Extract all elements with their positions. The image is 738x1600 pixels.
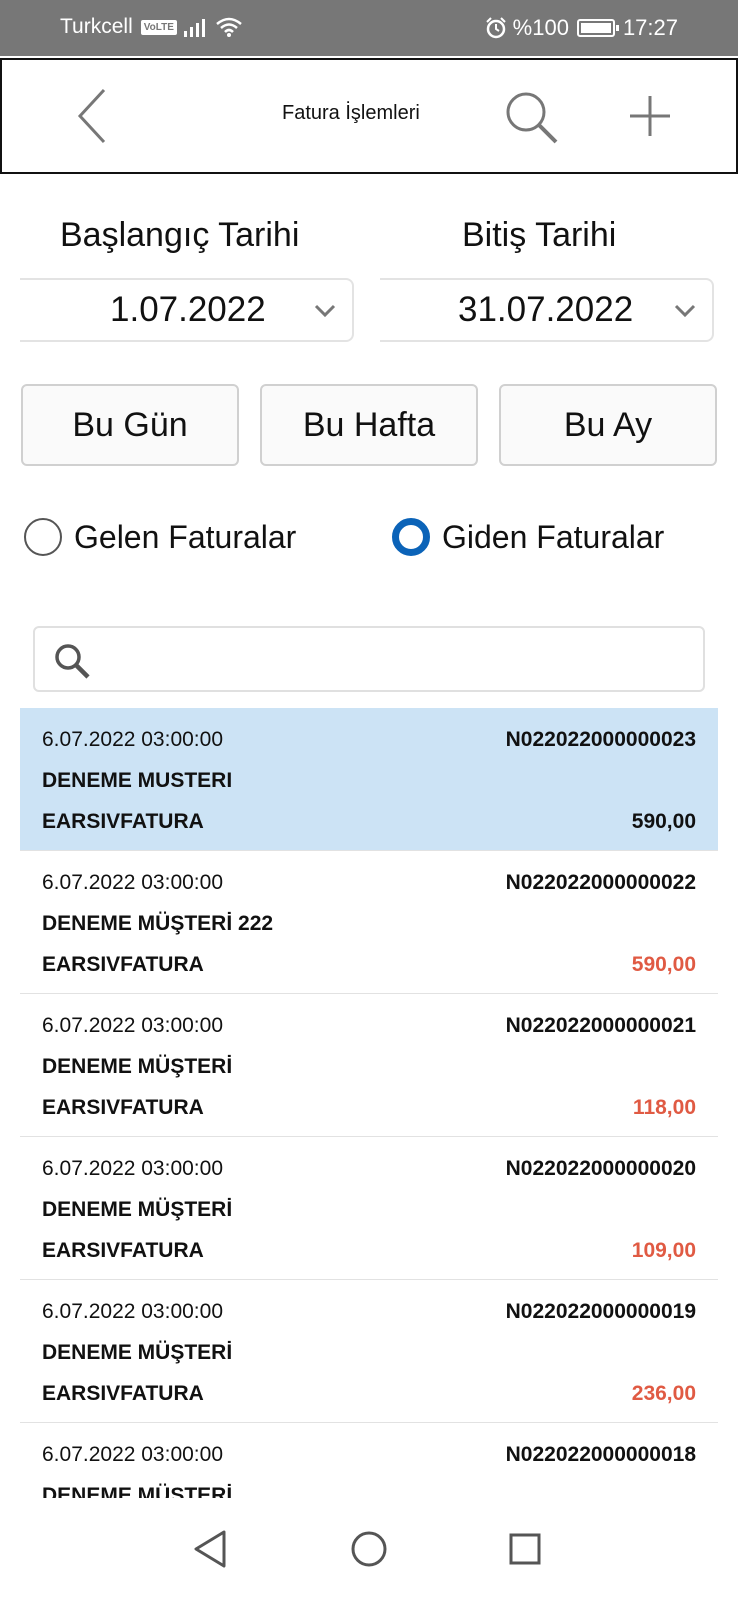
invoice-customer: DENEME MÜŞTERİ	[42, 1341, 233, 1364]
invoice-row[interactable]: 6.07.2022 03:00:00 N022022000000019 DENEME…	[20, 1280, 718, 1423]
invoice-number: N022022000000019	[505, 1300, 696, 1323]
chevron-down-icon	[314, 304, 336, 318]
outgoing-invoices-label: Giden Faturalar	[442, 518, 665, 555]
start-date-select[interactable]: 1.07.2022	[20, 278, 354, 342]
invoice-customer: DENEME MUSTERI	[42, 769, 233, 792]
battery-icon	[576, 19, 619, 37]
end-date-label: Bitiş Tarihi	[462, 216, 617, 254]
invoice-date: 6.07.2022 03:00:00	[42, 1157, 224, 1180]
add-button[interactable]	[626, 92, 674, 140]
invoice-number: N022022000000022	[505, 871, 696, 894]
clock: 17:27	[622, 15, 678, 40]
this-week-button[interactable]: Bu Hafta	[260, 384, 478, 466]
search-icon	[55, 644, 90, 679]
carrier-name: Turkcell	[60, 15, 133, 38]
page-title: Fatura İşlemleri	[282, 102, 420, 124]
wifi-icon	[216, 17, 242, 37]
invoice-date: 6.07.2022 03:00:00	[42, 728, 224, 751]
radio-unchecked-icon	[24, 518, 62, 556]
back-button[interactable]	[74, 88, 114, 144]
invoice-customer: DENEME MÜŞTERİ	[42, 1198, 233, 1221]
invoice-row[interactable]: 6.07.2022 03:00:00 N022022000000021 DENEME…	[20, 994, 718, 1137]
chevron-left-icon	[77, 88, 106, 144]
search-icon	[506, 92, 558, 144]
invoice-row[interactable]: 6.07.2022 03:00:00 N022022000000018 DENEME…	[20, 1423, 718, 1498]
invoice-amount: 590,00	[631, 810, 696, 833]
outgoing-invoices-radio[interactable]: Giden Faturalar	[392, 518, 664, 556]
invoice-row[interactable]: 6.07.2022 03:00:00 N022022000000022 DENEME…	[20, 851, 718, 994]
plus-icon	[630, 96, 670, 136]
nav-back-button[interactable]	[186, 1524, 236, 1574]
incoming-invoices-label: Gelen Faturalar	[74, 518, 297, 555]
status-bar: Turkcell VoLTE %100 17:27	[0, 0, 738, 56]
invoice-number: N022022000000023	[505, 728, 696, 751]
this-month-button[interactable]: Bu Ay	[499, 384, 717, 466]
invoice-customer: DENEME MÜŞTERİ 222	[42, 912, 274, 935]
invoice-number: N022022000000020	[505, 1157, 696, 1180]
invoice-type: EARSIVFATURA	[42, 1096, 204, 1119]
search-button[interactable]	[502, 88, 562, 148]
invoice-number: N022022000000021	[505, 1014, 696, 1037]
invoice-date: 6.07.2022 03:00:00	[42, 1443, 224, 1466]
invoice-amount: 118,00	[632, 1096, 696, 1119]
start-date-value: 1.07.2022	[110, 290, 266, 329]
nav-recents-button[interactable]	[500, 1524, 550, 1574]
invoice-date: 6.07.2022 03:00:00	[42, 871, 224, 894]
square-recents-icon	[509, 1533, 541, 1565]
end-date-value: 31.07.2022	[458, 290, 634, 329]
invoice-customer: DENEME MÜŞTERİ	[42, 1055, 233, 1078]
today-button[interactable]: Bu Gün	[21, 384, 239, 466]
invoice-row[interactable]: 6.07.2022 03:00:00 N022022000000023 DENEME…	[20, 708, 718, 851]
alarm-icon	[485, 17, 506, 39]
invoice-date: 6.07.2022 03:00:00	[42, 1300, 224, 1323]
invoice-number: N022022000000018	[505, 1443, 696, 1466]
circle-home-icon	[351, 1531, 387, 1567]
search-input[interactable]	[105, 638, 685, 682]
status-bar-left: Turkcell VoLTE	[60, 15, 243, 39]
nav-home-button[interactable]	[344, 1524, 394, 1574]
status-bar-right: %100 17:27	[485, 15, 678, 41]
invoice-amount: 236,00	[631, 1382, 696, 1405]
battery-percent: %100	[512, 15, 569, 40]
incoming-invoices-radio[interactable]: Gelen Faturalar	[24, 518, 296, 556]
volte-badge: VoLTE	[140, 19, 177, 35]
invoice-type: EARSIVFATURA	[42, 953, 204, 976]
start-date-label: Başlangıç Tarihi	[60, 216, 300, 254]
chevron-down-icon	[674, 304, 696, 318]
system-nav-bar	[0, 1498, 738, 1600]
end-date-select[interactable]: 31.07.2022	[380, 278, 714, 342]
invoice-row[interactable]: 6.07.2022 03:00:00 N022022000000020 DENEME…	[20, 1137, 718, 1280]
invoice-amount: 590,00	[631, 953, 696, 976]
triangle-back-icon	[194, 1530, 226, 1568]
list-search-box	[33, 626, 705, 692]
signal-icon	[183, 19, 205, 37]
invoice-customer: DENEME MÜŞTERİ	[42, 1484, 233, 1498]
app-bar: Fatura İşlemleri	[0, 58, 738, 174]
invoice-type: EARSIVFATURA	[42, 1239, 204, 1262]
invoice-type: EARSIVFATURA	[42, 810, 204, 833]
radio-checked-icon	[392, 518, 430, 556]
invoice-amount: 109,00	[631, 1239, 696, 1262]
invoice-type: EARSIVFATURA	[42, 1382, 204, 1405]
invoice-date: 6.07.2022 03:00:00	[42, 1014, 224, 1037]
invoice-list[interactable]: 6.07.2022 03:00:00 N022022000000023 DENEME…	[20, 708, 718, 1498]
